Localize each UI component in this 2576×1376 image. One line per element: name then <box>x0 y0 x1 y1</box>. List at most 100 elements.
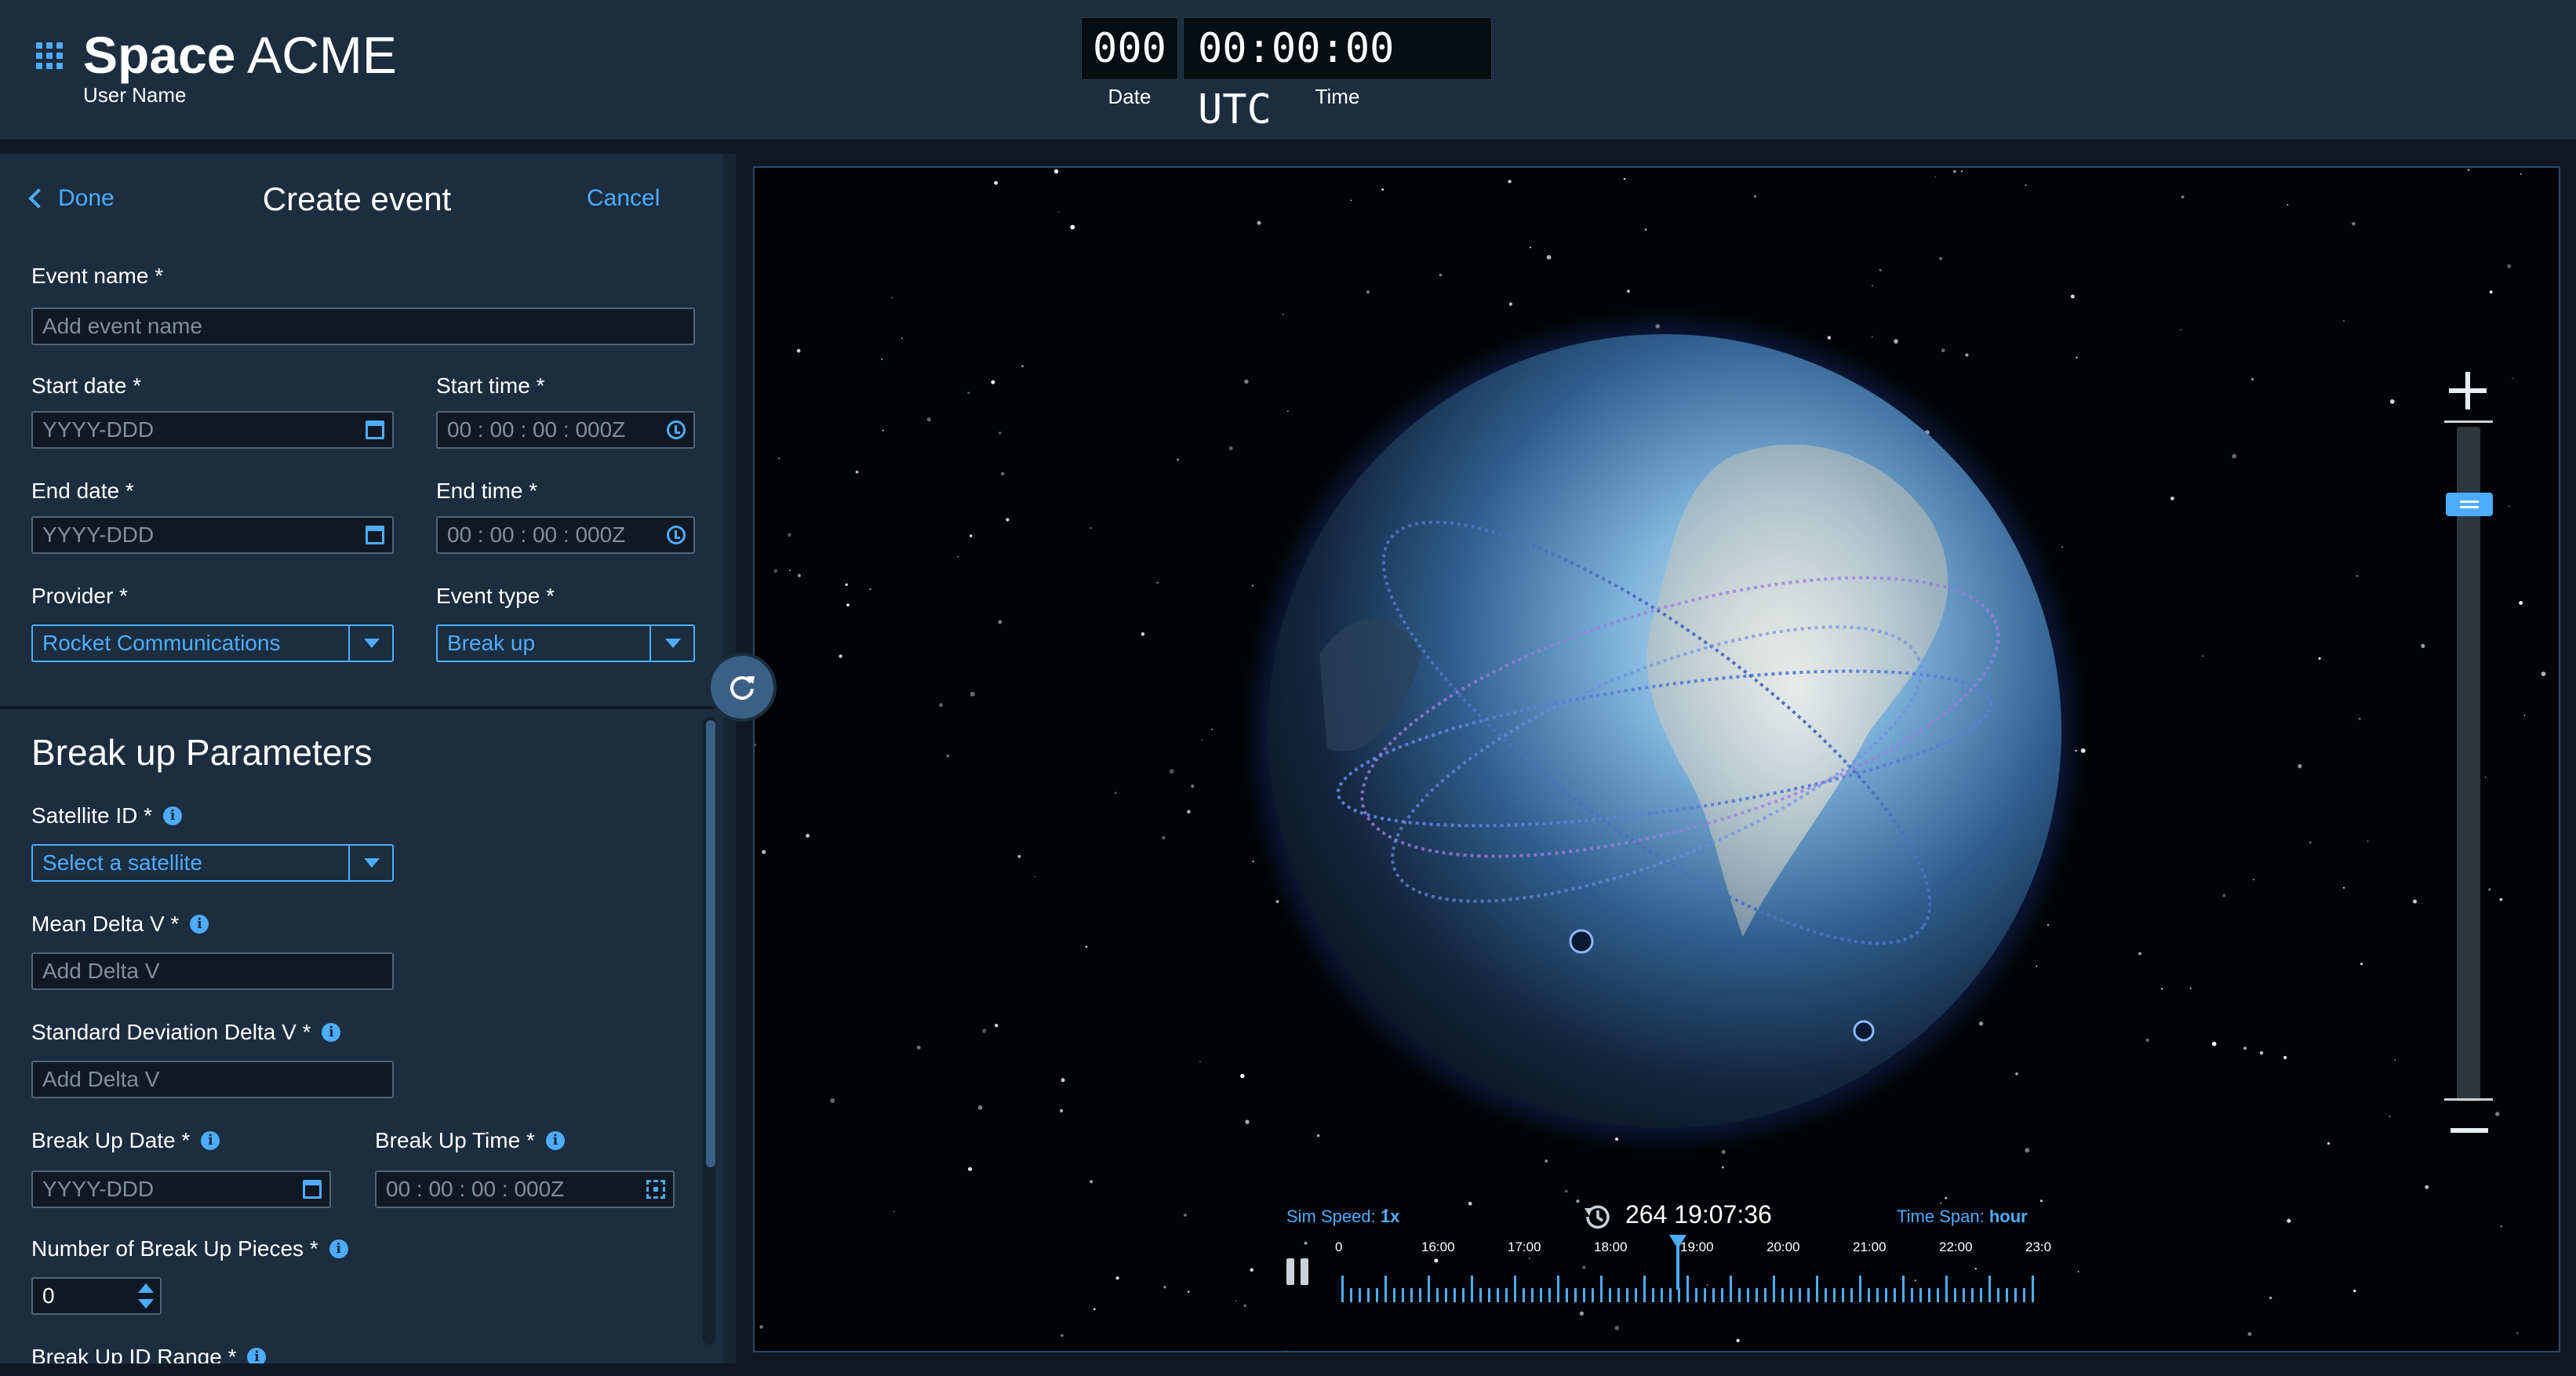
timeline-tick <box>1894 1288 1896 1302</box>
star <box>2508 505 2510 508</box>
start-date-label: Start date * <box>31 373 142 398</box>
globe-viewport[interactable] <box>753 166 2560 1352</box>
clock-icon[interactable] <box>667 526 686 544</box>
plus-icon[interactable] <box>2446 369 2490 413</box>
timeline-tick <box>1350 1288 1352 1302</box>
satellite-marker <box>1569 929 1594 954</box>
star <box>1070 224 1075 230</box>
timeline-tick <box>1997 1288 1999 1302</box>
star <box>2077 1271 2079 1272</box>
star <box>1754 195 1756 198</box>
star <box>2519 601 2523 605</box>
minus-icon[interactable] <box>2450 1128 2488 1133</box>
star <box>1366 289 1370 294</box>
star <box>1644 228 1647 231</box>
star <box>1381 188 1384 191</box>
stepper-arrows-icon[interactable] <box>138 1282 154 1310</box>
star <box>806 833 810 838</box>
star <box>1965 353 1969 357</box>
breakup-date-input[interactable]: YYYY-DDD <box>31 1170 331 1208</box>
timeline-tick <box>1376 1288 1378 1302</box>
star <box>1141 632 1145 636</box>
end-date-input[interactable]: YYYY-DDD <box>31 516 394 554</box>
cancel-button[interactable]: Cancel <box>587 185 660 212</box>
user-name: User Name <box>83 83 187 107</box>
timeline-tick <box>1531 1288 1534 1302</box>
star <box>2025 1148 2030 1153</box>
info-icon[interactable]: i <box>201 1131 220 1150</box>
info-icon[interactable]: i <box>247 1348 267 1363</box>
star <box>1872 285 1874 287</box>
start-time-input[interactable]: 00 : 00 : 00 : 000Z <box>436 411 695 449</box>
timeline-tick <box>1505 1288 1508 1302</box>
star <box>1871 336 1873 338</box>
star <box>2467 169 2470 172</box>
event-type-select[interactable]: Break up <box>436 624 695 662</box>
refresh-button[interactable] <box>708 653 777 722</box>
info-icon[interactable]: i <box>329 1239 348 1258</box>
star <box>1736 1338 1740 1343</box>
info-icon[interactable]: i <box>322 1023 341 1042</box>
star <box>995 1024 999 1028</box>
panel-scrollbar-thumb[interactable] <box>706 720 715 1167</box>
pause-icon[interactable] <box>1286 1258 1310 1285</box>
calendar-icon[interactable] <box>366 526 384 544</box>
info-icon[interactable]: i <box>163 806 183 825</box>
start-time-label: Start time * <box>436 373 545 398</box>
app-title-bold: Space <box>83 26 236 84</box>
star <box>2298 764 2302 769</box>
info-icon[interactable]: i <box>545 1131 565 1150</box>
star <box>882 429 884 431</box>
timeline-tick <box>1833 1288 1836 1302</box>
star <box>2287 1218 2291 1223</box>
std-delta-v-input[interactable]: Add Delta V <box>31 1061 394 1098</box>
calendar-icon[interactable] <box>366 420 384 439</box>
timeline-tick <box>1928 1288 1930 1302</box>
end-time-input[interactable]: 00 : 00 : 00 : 000Z <box>436 516 695 554</box>
event-name-input[interactable]: Add event name <box>31 308 695 345</box>
sim-speed[interactable]: Sim Speed: 1x <box>1286 1207 1399 1227</box>
zoom-slider-thumb[interactable] <box>2446 493 2493 516</box>
timeline-tick <box>1514 1276 1516 1302</box>
info-icon[interactable]: i <box>190 915 209 934</box>
satellite-select[interactable]: Select a satellite <box>31 844 394 882</box>
timeline-tick <box>1523 1288 1525 1302</box>
timeline-tick <box>1730 1276 1732 1302</box>
mean-delta-v-input[interactable]: Add Delta V <box>31 952 394 990</box>
timeline-tick <box>1609 1288 1611 1302</box>
zoom-track-cap-top <box>2444 420 2493 423</box>
star <box>2161 988 2163 990</box>
provider-select[interactable]: Rocket Communications <box>31 624 394 662</box>
star <box>2516 1331 2519 1334</box>
pieces-stepper[interactable]: 0 <box>31 1277 162 1315</box>
grid-icon[interactable] <box>36 42 63 69</box>
timeline-tick <box>1988 1276 1991 1302</box>
timeline-tick <box>2032 1276 2034 1302</box>
star <box>796 348 801 353</box>
star <box>946 754 950 758</box>
star <box>1945 1196 1947 1199</box>
timeline-tick <box>1419 1288 1421 1302</box>
clock-icon[interactable] <box>667 420 686 439</box>
star <box>1169 769 1174 774</box>
timeline-tick <box>1781 1288 1784 1302</box>
timeline-tick <box>1686 1276 1689 1302</box>
star <box>1187 1290 1190 1293</box>
time-picker-icon[interactable] <box>646 1180 665 1199</box>
star <box>2189 987 2192 989</box>
timeline-tick <box>1712 1288 1715 1302</box>
timeline-playhead[interactable] <box>1669 1235 1686 1290</box>
timeline-tick-label: 18:00 <box>1594 1239 1628 1254</box>
star <box>1285 1350 1287 1351</box>
breakup-time-input[interactable]: 00 : 00 : 00 : 000Z <box>375 1170 675 1208</box>
timeline-tick <box>1678 1288 1680 1302</box>
timeline-tick <box>1799 1288 1801 1302</box>
zoom-slider-track[interactable] <box>2457 427 2480 1101</box>
start-date-input[interactable]: YYYY-DDD <box>31 411 394 449</box>
timeline-tick <box>1592 1288 1594 1302</box>
done-button[interactable]: Done <box>27 185 115 212</box>
time-span[interactable]: Time Span: hour <box>1897 1207 2028 1227</box>
star <box>2259 1050 2264 1055</box>
calendar-icon[interactable] <box>303 1180 322 1199</box>
timeline-tick <box>1600 1276 1603 1302</box>
